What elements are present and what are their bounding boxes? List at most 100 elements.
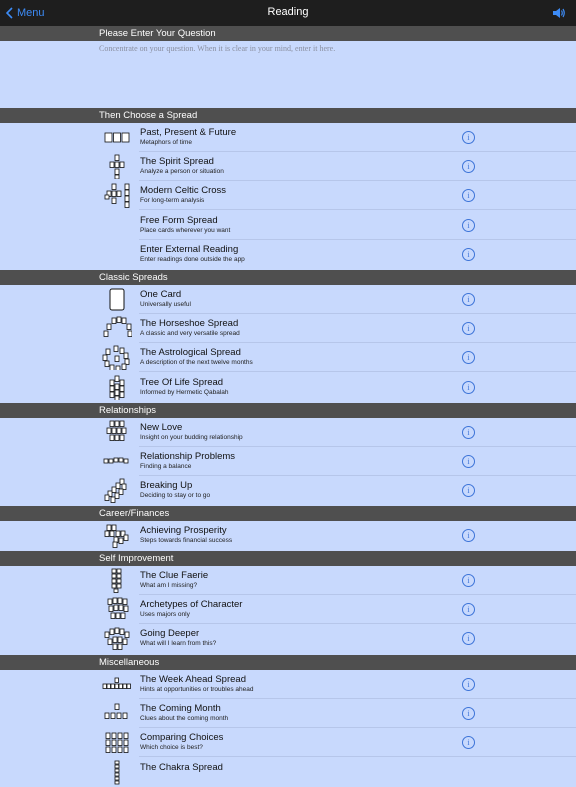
horseshoe-icon — [102, 316, 132, 341]
coming-month-icon — [102, 701, 132, 726]
section-header-label: Classic Spreads — [99, 272, 168, 283]
speaker-icon[interactable] — [552, 6, 566, 24]
spread-title: Relationship Problems — [140, 451, 236, 463]
info-icon[interactable]: i — [462, 247, 475, 261]
section-header-label: Then Choose a Spread — [99, 110, 198, 121]
spirit-spread-icon — [102, 154, 132, 180]
spread-row-week-ahead[interactable]: The Week Ahead Spread Hints at opportunit… — [0, 670, 576, 699]
spread-row-prosperity[interactable]: Achieving Prosperity Steps towards financ… — [0, 521, 576, 550]
spread-subtitle: What am I missing? — [140, 582, 198, 589]
spread-title: Modern Celtic Cross — [140, 185, 227, 197]
spread-subtitle: Universally useful — [140, 301, 191, 308]
info-icon[interactable]: i — [462, 293, 475, 306]
info-icon[interactable]: i — [462, 484, 475, 498]
spread-row-new-love[interactable]: New Love Insight on your budding relation… — [0, 418, 576, 447]
spread-row-going-deeper[interactable]: Going Deeper What will I learn from this?… — [0, 624, 576, 653]
spread-row-astrological[interactable]: The Astrological Spread A description of … — [0, 343, 576, 373]
spread-row-tree-of-life[interactable]: Tree Of Life Spread Informed by Hermetic … — [0, 373, 576, 402]
section-header-classic: Classic Spreads — [0, 270, 576, 285]
question-section-header: Please Enter Your Question — [0, 26, 576, 41]
spread-title: Free Form Spread — [140, 214, 218, 226]
question-input[interactable] — [99, 44, 559, 100]
spread-title: Breaking Up — [140, 480, 193, 492]
section-header-label: Miscellaneous — [99, 657, 160, 668]
comparing-choices-icon — [102, 730, 132, 755]
spread-subtitle: Hints at opportunities or troubles ahead — [140, 686, 254, 693]
section-header-spread: Then Choose a Spread — [0, 108, 576, 123]
spread-subtitle: Metaphors of time — [140, 139, 193, 146]
spread-row-spirit[interactable]: The Spirit Spread Analyze a person or sit… — [0, 152, 576, 182]
info-icon[interactable]: i — [462, 574, 475, 587]
info-icon[interactable]: i — [462, 426, 475, 439]
info-icon[interactable]: i — [462, 380, 475, 394]
spread-row-free-form[interactable]: Free Form Spread Place cards wherever you… — [0, 211, 576, 240]
spread-row-comparing-choices[interactable]: Comparing Choices Which choice is best? i — [0, 728, 576, 758]
archetypes-icon — [102, 597, 132, 622]
spread-row-chakra[interactable]: The Chakra Spread — [0, 758, 576, 787]
question-header-label: Please Enter Your Question — [99, 28, 216, 39]
spread-title: The Horseshoe Spread — [140, 318, 239, 330]
prosperity-icon — [102, 523, 132, 548]
info-icon[interactable]: i — [462, 632, 475, 646]
spread-row-relationship-problems[interactable]: Relationship Problems Finding a balance i — [0, 447, 576, 477]
spread-subtitle: Place cards wherever you want — [140, 226, 231, 234]
spread-title: The Week Ahead Spread — [140, 674, 246, 685]
spread-title: Past, Present & Future — [140, 127, 237, 138]
question-area — [0, 41, 576, 108]
spread-row-breaking-up[interactable]: Breaking Up Deciding to stay or to go i — [0, 476, 576, 505]
spread-title: The Chakra Spread — [140, 761, 223, 773]
spread-title: The Clue Faerie — [140, 570, 209, 581]
spread-title: The Coming Month — [140, 703, 221, 715]
spread-title: Going Deeper — [140, 628, 200, 640]
info-icon[interactable]: i — [462, 736, 475, 750]
single-card-icon — [102, 287, 132, 312]
info-icon[interactable]: i — [462, 189, 475, 203]
nav-bar: Menu Reading — [0, 0, 576, 26]
info-icon[interactable]: i — [462, 455, 475, 469]
week-ahead-icon — [102, 672, 132, 697]
three-cards-icon — [102, 125, 132, 150]
spread-subtitle: Analyze a person or situation — [140, 168, 224, 176]
clue-faerie-icon — [102, 568, 132, 593]
page-title: Reading — [267, 6, 309, 18]
info-icon[interactable]: i — [462, 322, 475, 336]
spread-title: Tree Of Life Spread — [140, 376, 224, 388]
info-icon[interactable]: i — [462, 160, 475, 174]
spread-row-one-card[interactable]: One Card Universally useful i — [0, 285, 576, 314]
spread-subtitle: For long-term analysis — [140, 197, 205, 205]
spread-title: New Love — [140, 422, 183, 433]
info-icon[interactable]: i — [462, 603, 475, 617]
spread-title: Achieving Prosperity — [140, 525, 227, 536]
spread-subtitle: Which choice is best? — [140, 744, 203, 752]
spread-subtitle: Finding a balance — [140, 463, 192, 471]
info-icon[interactable]: i — [462, 529, 475, 542]
spread-subtitle: Clues about the coming month — [140, 715, 229, 723]
spread-subtitle: Informed by Hermetic Qabalah — [140, 388, 229, 396]
spread-subtitle: A description of the next twelve months — [140, 359, 253, 367]
spread-subtitle: Insight on your budding relationship — [140, 434, 243, 441]
breaking-up-icon — [102, 478, 132, 504]
spread-row-archetypes[interactable]: Archetypes of Character Uses majors only i — [0, 595, 576, 625]
relationship-problems-icon — [102, 449, 132, 474]
tree-of-life-icon — [102, 375, 132, 400]
spread-subtitle: Steps towards financial success — [140, 537, 233, 544]
spread-row-coming-month[interactable]: The Coming Month Clues about the coming m… — [0, 699, 576, 729]
spread-row-celtic-cross[interactable]: Modern Celtic Cross For long-term analysi… — [0, 181, 576, 211]
spread-subtitle: Uses majors only — [140, 611, 190, 619]
spread-row-clue-faerie[interactable]: The Clue Faerie What am I missing? i — [0, 566, 576, 595]
info-icon[interactable]: i — [462, 678, 475, 691]
spread-row-external[interactable]: Enter External Reading Enter readings don… — [0, 240, 576, 269]
chakra-icon — [102, 760, 132, 785]
spread-title: The Astrological Spread — [140, 347, 241, 359]
spread-row-past-present-future[interactable]: Past, Present & Future Metaphors of time i — [0, 123, 576, 152]
section-header-label: Relationships — [99, 405, 157, 416]
spread-row-horseshoe[interactable]: The Horseshoe Spread A classic and very v… — [0, 314, 576, 344]
info-icon[interactable]: i — [462, 707, 475, 721]
info-icon[interactable]: i — [462, 351, 475, 365]
section-header-relationships: Relationships — [0, 403, 576, 418]
astrological-circle-icon — [102, 345, 132, 371]
spread-subtitle: Enter readings done outside the app — [140, 255, 245, 263]
info-icon[interactable]: i — [462, 131, 475, 144]
info-icon[interactable]: i — [462, 218, 475, 232]
new-love-icon — [102, 420, 132, 445]
